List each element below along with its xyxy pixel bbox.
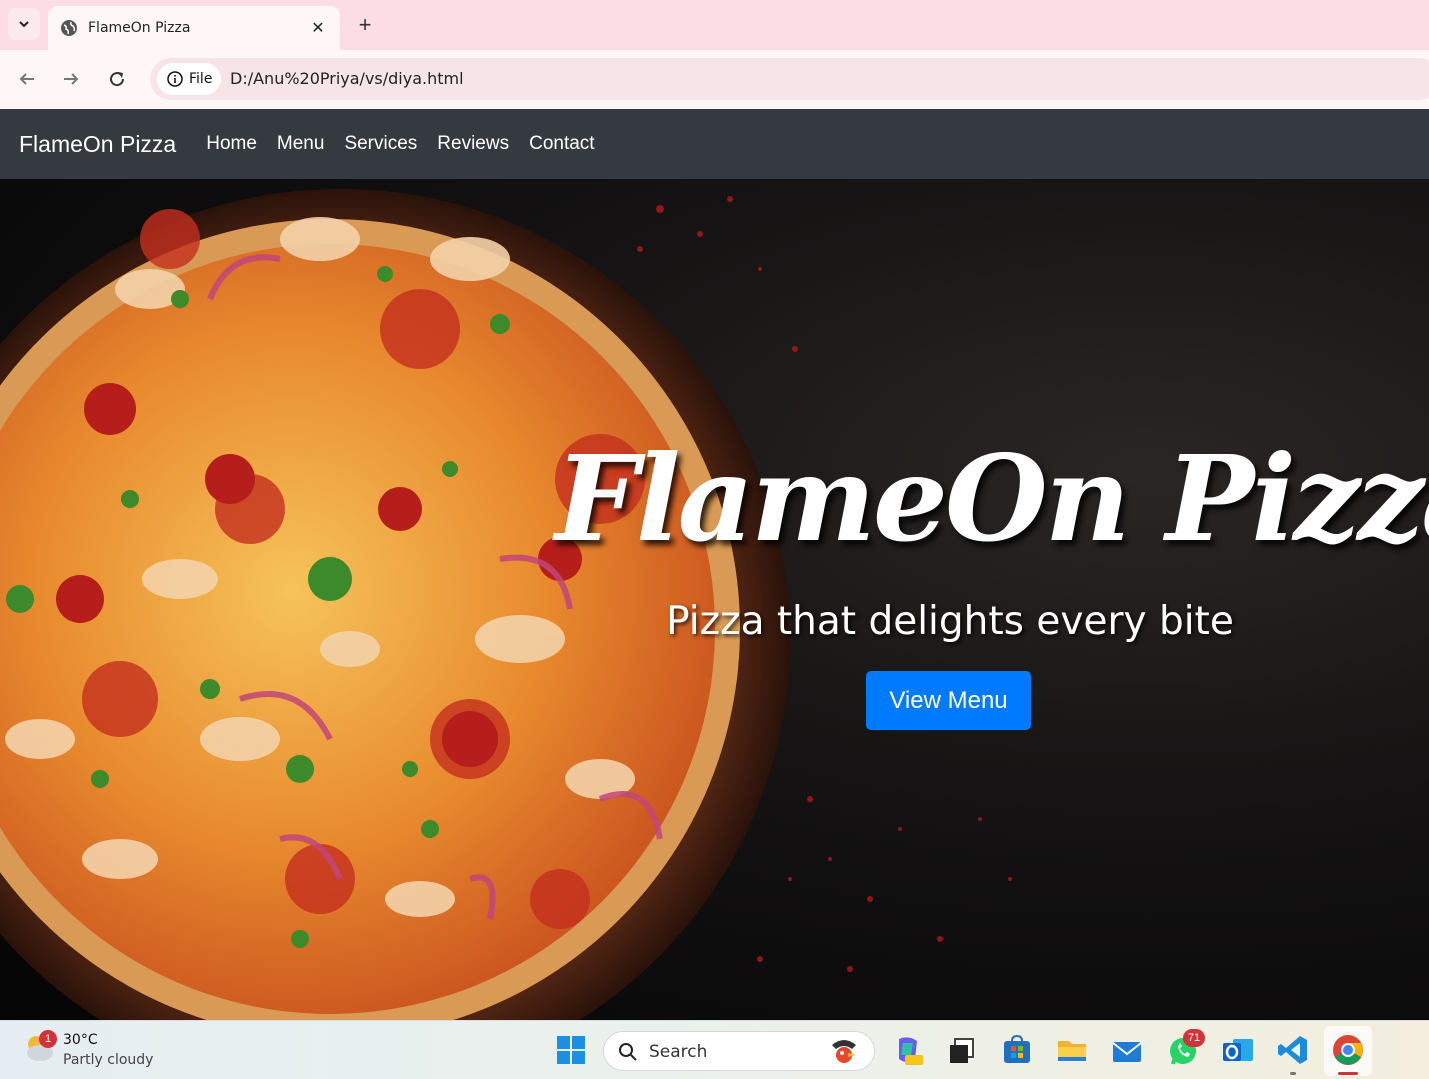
navbar-brand[interactable]: FlameOn Pizza [19,131,176,158]
nav-link-services[interactable]: Services [344,133,417,155]
close-icon[interactable]: ✕ [308,18,328,38]
tab-title: FlameOn Pizza [88,20,191,36]
outlook-icon[interactable] [1221,1033,1255,1067]
address-bar[interactable]: File D:/Anu%20Priya/vs/diya.html [150,58,1429,100]
nav-link-menu[interactable]: Menu [277,133,325,155]
site-chip-label: File [189,71,213,87]
nav-link-reviews[interactable]: Reviews [437,133,509,155]
taskbar-search[interactable]: Search [603,1031,875,1071]
reload-button[interactable] [102,64,132,94]
search-placeholder: Search [649,1042,708,1062]
copilot-icon[interactable] [891,1033,925,1067]
taskbar: 1 30°C Partly cloudy Search 71 [0,1020,1429,1079]
site-navbar: FlameOn Pizza Home Menu Services Reviews… [0,109,1429,179]
site-info-chip[interactable]: File [157,63,221,95]
chevron-down-icon [19,21,29,28]
task-view-icon[interactable] [945,1033,979,1067]
arrow-right-icon [64,73,79,85]
tab-search-button[interactable] [8,8,40,40]
search-highlight-icon [832,1040,856,1063]
back-button[interactable] [12,64,42,94]
chrome-icon[interactable] [1331,1033,1365,1067]
vscode-icon[interactable] [1276,1033,1310,1067]
url-text[interactable]: D:/Anu%20Priya/vs/diya.html [230,69,464,88]
store-icon[interactable] [1000,1033,1034,1067]
mail-icon[interactable] [1110,1033,1144,1067]
arrow-left-icon [19,73,34,85]
windows-start-icon[interactable] [556,1035,586,1065]
globe-icon [61,20,77,36]
browser-tab[interactable]: FlameOn Pizza ✕ [48,6,340,50]
hero-subtitle: Pizza that delights every bite [666,599,1234,644]
forward-button[interactable] [56,64,86,94]
browser-toolbar: File D:/Anu%20Priya/vs/diya.html [0,50,1429,109]
whatsapp-badge: 71 [1183,1029,1205,1047]
reload-icon [110,72,125,87]
view-menu-button[interactable]: View Menu [866,671,1031,730]
new-tab-button[interactable]: + [352,12,378,38]
weather-condition[interactable]: Partly cloudy [63,1052,153,1068]
hero-section: FlameOn Pizza Pizza that delights every … [0,179,1429,1020]
weather-temperature[interactable]: 30°C [63,1032,98,1048]
nav-link-home[interactable]: Home [206,133,257,155]
file-explorer-icon[interactable] [1055,1033,1089,1067]
vscode-running-indicator [1290,1072,1296,1075]
chrome-active-indicator [1338,1072,1358,1075]
search-icon [619,1043,637,1061]
nav-link-contact[interactable]: Contact [529,133,594,155]
tab-strip: FlameOn Pizza ✕ + [0,0,1429,50]
weather-badge: 1 [39,1030,57,1048]
info-icon [167,71,183,87]
hero-title: FlameOn Pizza [555,429,1429,568]
